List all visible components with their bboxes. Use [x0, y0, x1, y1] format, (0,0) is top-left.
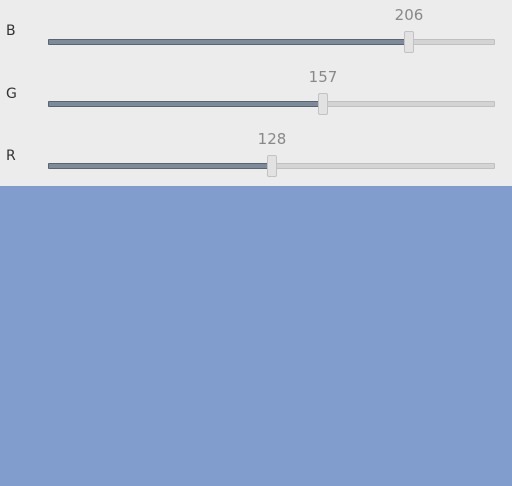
green-slider-fill: [48, 101, 323, 107]
blue-slider-value: 206: [394, 6, 424, 24]
green-slider-value: 157: [308, 68, 338, 86]
color-preview: [0, 186, 512, 486]
slider-label-red: R: [6, 148, 16, 164]
green-slider[interactable]: 157: [48, 68, 495, 116]
slider-label-green: G: [6, 86, 17, 102]
red-slider-thumb[interactable]: [267, 155, 277, 177]
slider-row-red: R 128: [0, 124, 512, 186]
red-slider-fill: [48, 163, 272, 169]
red-slider-value: 128: [257, 130, 287, 148]
blue-slider-thumb[interactable]: [404, 31, 414, 53]
slider-label-blue: B: [6, 23, 16, 39]
green-slider-thumb[interactable]: [318, 93, 328, 115]
red-slider[interactable]: 128: [48, 130, 495, 178]
blue-slider[interactable]: 206: [48, 6, 495, 54]
slider-row-green: G 157: [0, 62, 512, 124]
slider-row-blue: B 206: [0, 0, 512, 62]
blue-slider-fill: [48, 39, 409, 45]
color-controls: B 206 G 157 R 128: [0, 0, 512, 186]
